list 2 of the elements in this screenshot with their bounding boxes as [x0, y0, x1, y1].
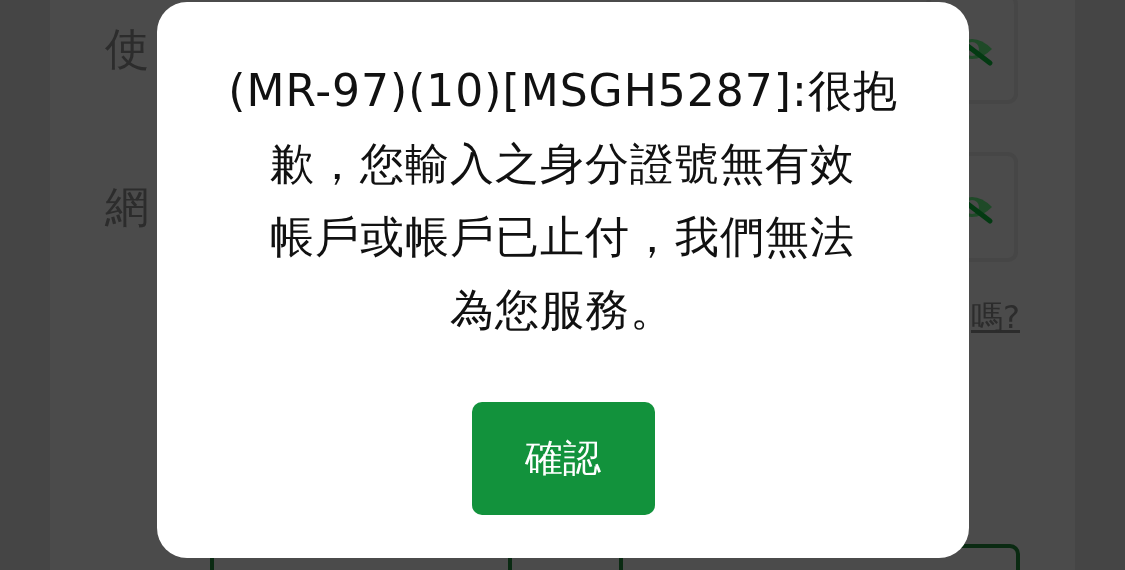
- confirm-button[interactable]: 確認: [471, 402, 655, 515]
- error-message: (MR-97)(10)[MSGH5287]:很抱 歉，您輸入之身分證號無有效 帳戶或帳戶已止付，我們無法 為您服務。: [228, 64, 898, 337]
